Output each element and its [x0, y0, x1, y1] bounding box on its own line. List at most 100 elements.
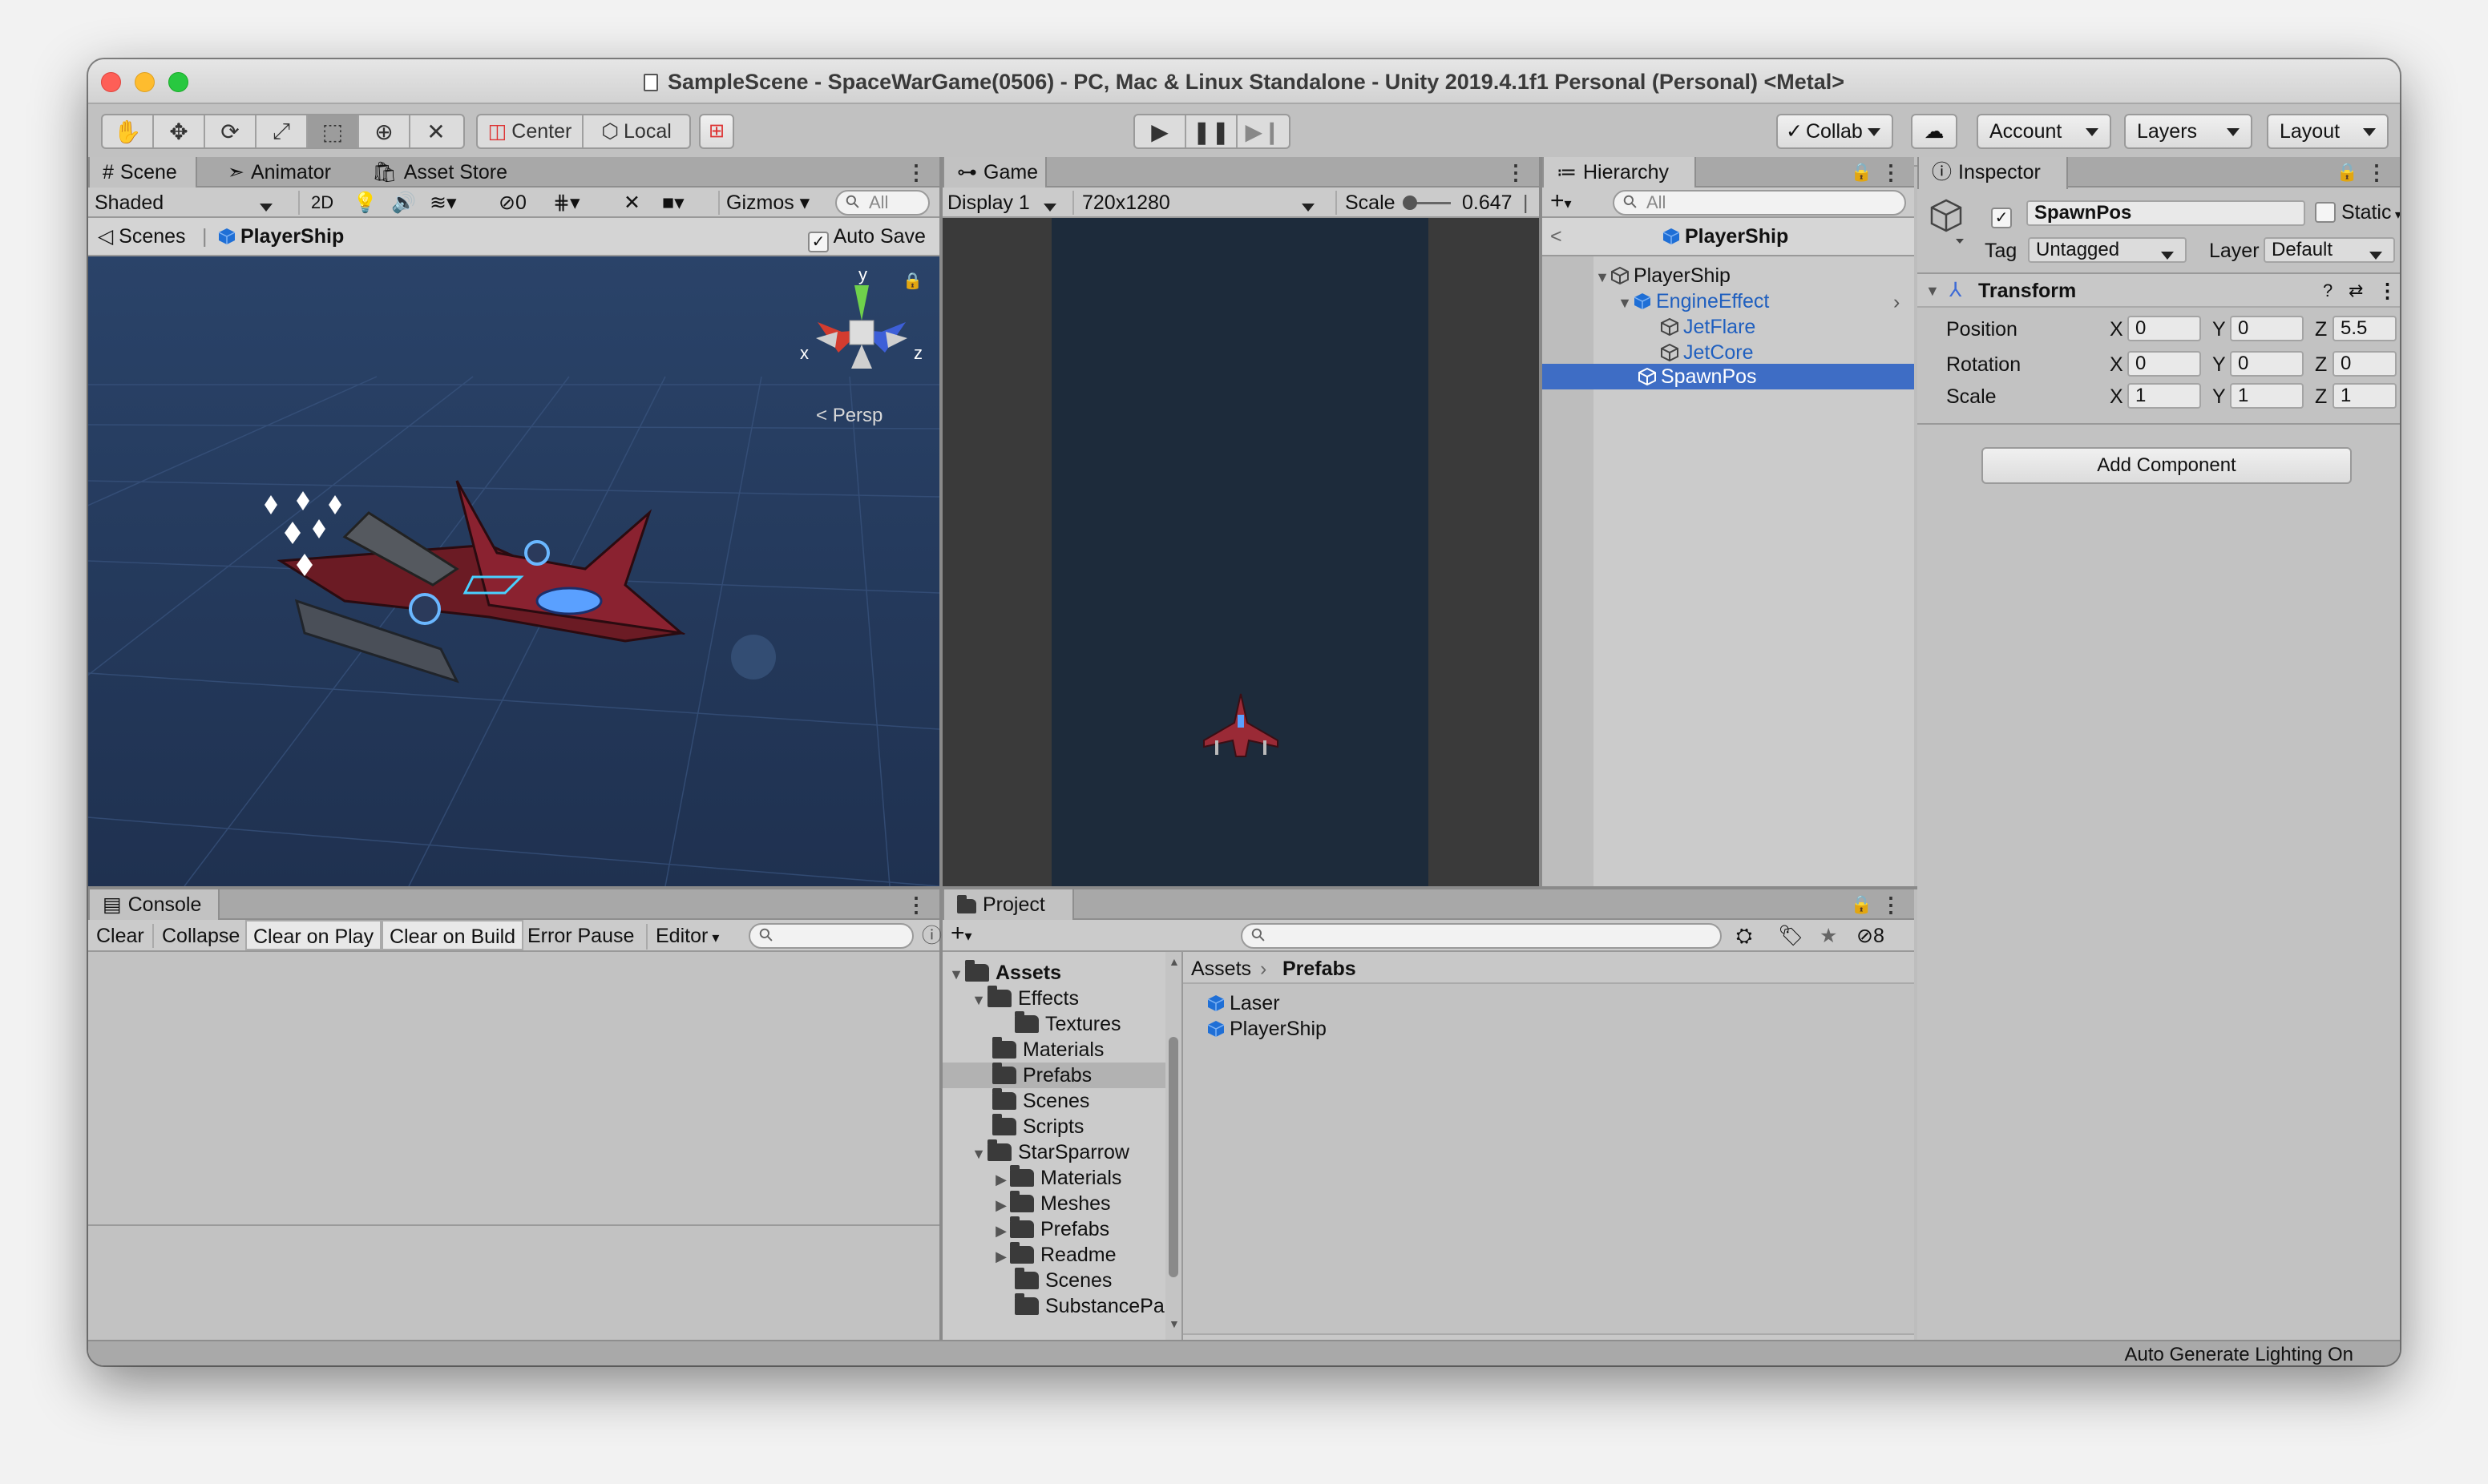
- step-button[interactable]: ▶❙: [1238, 115, 1289, 147]
- console-log-area[interactable]: [88, 952, 939, 1224]
- camera-toggle-icon[interactable]: ■▾: [662, 191, 685, 215]
- axis-x-label[interactable]: X: [2110, 317, 2123, 341]
- tab-animator[interactable]: ➣ Animator: [215, 157, 344, 188]
- hierarchy-search-input[interactable]: All: [1613, 190, 1906, 216]
- hierarchy-item-selected[interactable]: SpawnPos: [1542, 364, 1914, 389]
- expand-arrow-icon[interactable]: ▼: [970, 987, 988, 1013]
- scene-view[interactable]: y x z 🔒 < Persp: [88, 256, 939, 886]
- tree-item-substancepainter[interactable]: SubstancePain: [1015, 1293, 1180, 1319]
- breadcrumb-scenes[interactable]: ◁ Scenes: [98, 224, 186, 248]
- collapse-arrow-icon[interactable]: ▶: [992, 1218, 1010, 1244]
- search-by-type-icon[interactable]: ⛭: [1736, 924, 1752, 948]
- play-button[interactable]: ▶: [1135, 115, 1186, 147]
- tab-console[interactable]: ▤ Console: [88, 889, 220, 921]
- hierarchy-lock-icon[interactable]: 🔒: [1851, 162, 1872, 183]
- 2d-toggle[interactable]: 2D: [298, 191, 333, 215]
- axis-y-label[interactable]: Y: [2212, 317, 2226, 341]
- inspector-menu-icon[interactable]: ⋮: [2366, 160, 2387, 185]
- grid-snap-button[interactable]: ⊞: [699, 114, 734, 149]
- custom-tool-icon[interactable]: ✕: [410, 115, 462, 147]
- tab-inspector[interactable]: ⓘ Inspector: [1917, 157, 2068, 189]
- search-by-label-icon[interactable]: 🏷: [1778, 924, 1803, 948]
- transform-tool-icon[interactable]: ⊕: [359, 115, 410, 147]
- project-search-input[interactable]: [1241, 923, 1722, 949]
- error-pause-toggle[interactable]: Error Pause: [523, 924, 634, 948]
- asset-item[interactable]: Laser: [1207, 990, 1280, 1016]
- tab-game[interactable]: ⊶ Game: [943, 157, 1047, 189]
- tab-scene[interactable]: # Scene: [88, 157, 197, 189]
- pause-button[interactable]: ❚❚: [1186, 115, 1238, 147]
- shading-mode-dropdown[interactable]: Shaded: [95, 191, 284, 215]
- tools-toggle-icon[interactable]: ✕: [624, 191, 640, 215]
- rect-tool-icon[interactable]: ⬚: [308, 115, 359, 147]
- layer-dropdown[interactable]: Default: [2264, 237, 2395, 263]
- open-prefab-arrow-icon[interactable]: ›: [1893, 290, 1900, 314]
- clear-on-play-toggle[interactable]: Clear on Play: [245, 920, 382, 950]
- project-create-button[interactable]: +▾: [951, 921, 972, 948]
- lighting-toggle-icon[interactable]: 💡: [353, 191, 378, 215]
- axis-y-label[interactable]: Y: [2212, 385, 2226, 409]
- tab-asset-store[interactable]: 🛍 Asset Store: [359, 157, 520, 188]
- component-menu-icon[interactable]: ⋮: [2377, 279, 2397, 303]
- axis-z-label[interactable]: Z: [2315, 317, 2327, 341]
- axis-x-label[interactable]: X: [2110, 385, 2123, 409]
- active-toggle[interactable]: ✓: [1991, 200, 2012, 228]
- hand-tool-icon[interactable]: ✋: [103, 115, 154, 147]
- game-toolbar-more[interactable]: |: [1523, 191, 1529, 215]
- collab-dropdown[interactable]: ✓ Collab: [1776, 114, 1893, 149]
- object-name-field[interactable]: SpawnPos: [2026, 200, 2305, 226]
- account-dropdown[interactable]: Account: [1977, 114, 2111, 149]
- scene-menu-icon[interactable]: ⋮: [906, 160, 927, 185]
- tree-item-starsparrow[interactable]: ▼ StarSparrow: [970, 1139, 1129, 1167]
- layers-dropdown[interactable]: Layers: [2124, 114, 2252, 149]
- scale-slider-thumb[interactable]: [1403, 196, 1417, 210]
- projection-toggle[interactable]: < Persp: [816, 404, 883, 428]
- console-collapse-button[interactable]: Collapse: [152, 924, 240, 948]
- help-icon[interactable]: ?: [2323, 279, 2332, 303]
- scale-x-field[interactable]: 1: [2127, 383, 2201, 409]
- auto-save-checkbox[interactable]: ✓: [808, 232, 829, 252]
- audio-toggle-icon[interactable]: 🔊: [391, 191, 416, 215]
- status-text[interactable]: Auto Generate Lighting On: [2124, 1343, 2353, 1365]
- tree-item-scenes[interactable]: Scenes: [1015, 1268, 1112, 1293]
- console-menu-icon[interactable]: ⋮: [906, 893, 927, 917]
- hierarchy-item[interactable]: JetCore: [1661, 340, 1754, 365]
- axis-y-label[interactable]: Y: [2212, 353, 2226, 377]
- hierarchy-back-icon[interactable]: <: [1550, 224, 1562, 248]
- game-view[interactable]: [943, 218, 1539, 886]
- rotate-tool-icon[interactable]: ⟳: [205, 115, 256, 147]
- tree-item-effects[interactable]: ▼ Effects: [970, 986, 1079, 1013]
- rotation-y-field[interactable]: 0: [2230, 351, 2304, 377]
- static-checkbox[interactable]: [2315, 202, 2336, 223]
- hierarchy-item[interactable]: ▼ EngineEffect: [1616, 288, 1769, 316]
- scale-y-field[interactable]: 1: [2230, 383, 2304, 409]
- collapse-arrow-icon[interactable]: ▶: [992, 1244, 1010, 1269]
- gizmos-dropdown[interactable]: Gizmos ▾: [718, 191, 810, 215]
- tree-item-scenes[interactable]: Scenes: [992, 1088, 1089, 1114]
- scroll-down-icon[interactable]: ▼: [1169, 1317, 1180, 1330]
- cloud-button[interactable]: ☁: [1911, 114, 1957, 149]
- gameobject-icon[interactable]: [1930, 199, 1965, 247]
- console-filter-icon[interactable]: ⓘ: [922, 924, 942, 948]
- asset-item[interactable]: PlayerShip: [1207, 1016, 1327, 1042]
- resolution-dropdown[interactable]: 720x1280: [1072, 191, 1326, 215]
- tag-dropdown[interactable]: Untagged: [2028, 237, 2187, 263]
- expand-arrow-icon[interactable]: ▼: [947, 962, 965, 987]
- transform-header[interactable]: ▼ ⅄ Transform ? ⇄ ⋮: [1917, 274, 2400, 308]
- collapse-arrow-icon[interactable]: ▶: [992, 1192, 1010, 1218]
- move-tool-icon[interactable]: ✥: [154, 115, 205, 147]
- tree-item-meshes[interactable]: ▶ Meshes: [992, 1191, 1111, 1218]
- project-menu-icon[interactable]: ⋮: [1880, 893, 1901, 917]
- tab-hierarchy[interactable]: ≔ Hierarchy: [1542, 157, 1696, 189]
- breadcrumb-current[interactable]: PlayerShip: [218, 224, 344, 248]
- rotation-x-field[interactable]: 0: [2127, 351, 2201, 377]
- expand-arrow-icon[interactable]: ▼: [970, 1141, 988, 1167]
- grid-toggle-icon[interactable]: ⋕▾: [553, 191, 580, 215]
- static-toggle[interactable]: Static ▾: [2315, 200, 2400, 228]
- effects-toggle-icon[interactable]: ≋▾: [430, 191, 457, 215]
- hidden-objects-toggle[interactable]: ⊘0: [499, 191, 527, 215]
- gizmo-lock-icon[interactable]: 🔒: [903, 269, 923, 293]
- hierarchy-menu-icon[interactable]: ⋮: [1880, 160, 1901, 185]
- hierarchy-item[interactable]: ▼ PlayerShip: [1593, 263, 1731, 290]
- collapse-arrow-icon[interactable]: ▼: [1925, 279, 1940, 303]
